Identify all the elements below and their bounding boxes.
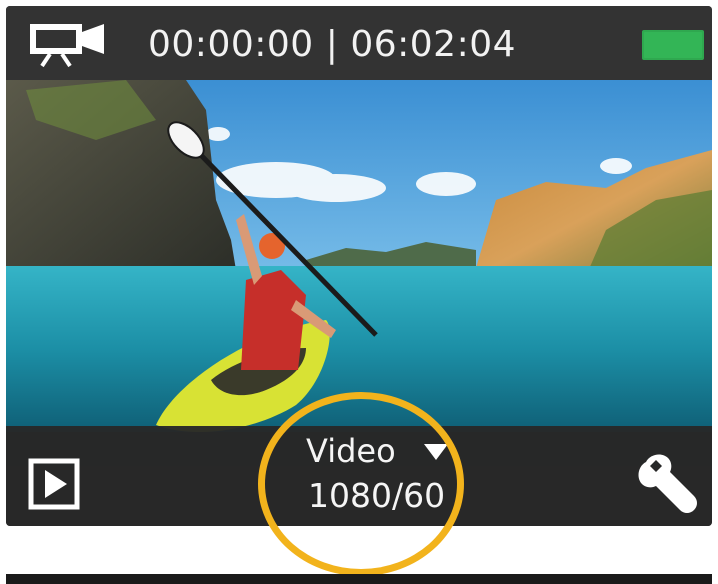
wrench-icon[interactable] bbox=[636, 450, 702, 516]
remaining-time: 06:02:04 bbox=[350, 23, 517, 65]
video-camera-icon bbox=[30, 24, 104, 68]
timecode: 00:00:00 | 06:02:04 bbox=[148, 20, 516, 68]
live-preview bbox=[6, 80, 712, 432]
battery-icon bbox=[642, 30, 704, 60]
play-icon[interactable] bbox=[28, 458, 80, 510]
elapsed-time: 00:00:00 bbox=[148, 23, 314, 65]
highlight-circle bbox=[258, 392, 464, 576]
status-bar: 00:00:00 | 06:02:04 bbox=[6, 6, 712, 80]
next-screen-edge bbox=[6, 574, 712, 584]
time-separator: | bbox=[325, 23, 339, 65]
